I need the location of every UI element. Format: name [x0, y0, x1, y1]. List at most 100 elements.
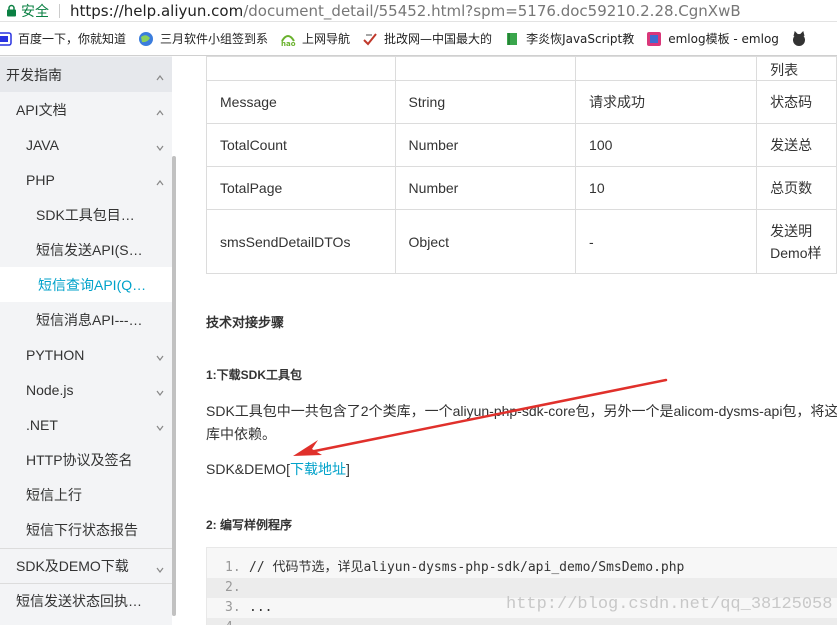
bookmark-hao[interactable]: hao 上网导航 — [280, 30, 351, 48]
sidebar-item-sdk-toolkit[interactable]: SDK工具包目… — [0, 197, 172, 232]
sidebar-item-api-docs[interactable]: API文档 — [0, 92, 172, 127]
bookmark-github[interactable] — [791, 30, 813, 47]
table-cell: 发送明 Demo样 — [756, 209, 837, 274]
sidebar-item-label: 短信下行状态报告 — [26, 521, 138, 538]
line-number: 2. — [225, 580, 241, 595]
globe-icon — [138, 31, 154, 47]
table-cell: String — [394, 80, 577, 124]
watermark: http://blog.csdn.net/qq_38125058 — [506, 595, 833, 614]
sdk-suffix: ] — [346, 461, 350, 477]
table-cell — [206, 56, 396, 81]
table-cell: Message — [206, 80, 396, 124]
sidebar-item-sms-send-api[interactable]: 短信发送API(S… — [0, 232, 172, 267]
secure-label: 安全 — [21, 3, 49, 20]
lock-icon — [6, 4, 17, 17]
bookmark-label: emlog模板 - emlog — [668, 32, 779, 46]
sidebar-item-label: 短信发送状态回执… — [16, 593, 142, 609]
code-line: 4. — [207, 618, 837, 625]
table-cell: 100 — [575, 123, 758, 167]
sidebar-item-label: JAVA — [26, 136, 59, 153]
bookmark-label: 批改网—中国最大的 — [384, 32, 493, 46]
chevron-down-icon — [156, 419, 164, 431]
bookmark-baidu[interactable]: 百度一下，你就知道 — [0, 30, 126, 47]
bookmark-label: 上网导航 — [302, 32, 351, 46]
main-content: 列表 Message String 请求成功 状态码 TotalCount Nu… — [176, 56, 837, 625]
table-cell: Number — [394, 123, 577, 167]
paragraph-line: SDK工具包中一共包含了2个类库，一个aliyun-php-sdk-core包，… — [206, 403, 837, 419]
sidebar-item-label: 开发指南 — [6, 66, 62, 83]
sidebar-item-send-status-receipt[interactable]: 短信发送状态回执… — [0, 583, 172, 618]
line-number: 4. — [225, 618, 241, 625]
chevron-down-icon — [156, 349, 164, 361]
sidebar-item-label: 短信消息API---… — [36, 311, 143, 328]
bookmark-emlog[interactable]: emlog模板 - emlog — [646, 30, 779, 47]
github-icon — [791, 30, 807, 47]
sidebar-item-dotnet[interactable]: .NET — [0, 407, 172, 442]
table-cell: Number — [394, 166, 577, 210]
sidebar-item-sms-uplink[interactable]: 短信上行 — [0, 477, 172, 512]
table-row: TotalCount Number 100 发送总 — [206, 123, 837, 167]
table-row: smsSendDetailDTOs Object - 发送明 Demo样 — [206, 209, 837, 274]
sidebar-item-label: .NET — [26, 416, 58, 433]
url-path: /document_detail/55452.html?spm=5176.doc… — [243, 1, 741, 20]
table-cell: - — [575, 209, 758, 274]
code-text: ... — [249, 600, 273, 615]
sidebar-item-label: SDK工具包目… — [36, 206, 135, 223]
download-link[interactable]: 下载地址 — [290, 461, 346, 477]
check-icon — [362, 31, 378, 47]
sidebar-item-sms-query-api[interactable]: 短信查询API(Q… — [0, 267, 172, 302]
url-host: https://help.aliyun.com — [70, 1, 244, 20]
sidebar-item-label: PYTHON — [26, 346, 85, 363]
baidu-icon — [0, 31, 12, 47]
sidebar: 开发指南 API文档 JAVA PHP SDK工具包目… 短信发送API(S… … — [0, 56, 172, 625]
step1-paragraph: SDK工具包中一共包含了2个类库，一个aliyun-php-sdk-core包，… — [206, 400, 837, 446]
sidebar-item-sms-message-api[interactable]: 短信消息API---… — [0, 302, 172, 337]
book-icon — [504, 31, 520, 47]
table-cell: 请求成功 — [575, 80, 758, 124]
sdk-download-line: SDK&DEMO[下载地址] — [206, 459, 350, 479]
chevron-down-icon — [156, 139, 164, 151]
hao-icon: hao — [280, 31, 296, 48]
sidebar-item-http-protocol[interactable]: HTTP协议及签名 — [0, 442, 172, 477]
address-separator — [59, 3, 60, 18]
chevron-up-icon — [156, 104, 164, 116]
table-cell — [394, 56, 577, 81]
table-cell-line: 发送明 — [770, 222, 813, 239]
url-text[interactable]: https://help.aliyun.com/document_detail/… — [70, 2, 741, 20]
svg-text:hao: hao — [281, 40, 296, 47]
table-cell: TotalPage — [206, 166, 396, 210]
address-bar[interactable]: 安全 https://help.aliyun.com/document_deta… — [0, 0, 837, 22]
sidebar-item-label: PHP — [26, 171, 55, 188]
table-cell: Object — [394, 209, 577, 274]
step1-title: 1:下载SDK工具包 — [206, 368, 303, 382]
sidebar-item-label: 短信查询API(Q… — [38, 276, 147, 293]
bookmark-label: 李炎恢JavaScript教 — [526, 32, 635, 46]
table-row: 列表 — [206, 56, 837, 81]
table-cell: 发送总 — [756, 123, 837, 167]
sidebar-item-sms-report[interactable]: 短信下行状态报告 — [0, 512, 172, 547]
sidebar-item-java[interactable]: JAVA — [0, 127, 172, 162]
sidebar-item-nodejs[interactable]: Node.js — [0, 372, 172, 407]
table-cell-line: Demo样 — [770, 244, 822, 261]
bookmark-sanyue[interactable]: 三月软件小组签到系 — [138, 30, 268, 47]
code-line: 1. // 代码节选，详见aliyun-dysms-php-sdk/api_dem… — [207, 558, 837, 578]
chevron-up-icon — [156, 174, 164, 186]
sidebar-item-label: SDK及DEMO下载 — [16, 558, 129, 574]
chevron-down-icon — [156, 384, 164, 396]
code-text: // 代码节选，详见aliyun-dysms-php-sdk/api_demo/… — [249, 560, 685, 575]
sidebar-item-label: 短信上行 — [26, 486, 82, 503]
sdk-prefix: SDK&DEMO[ — [206, 461, 291, 477]
bookmark-liyanhui[interactable]: 李炎恢JavaScript教 — [504, 30, 634, 47]
table-row: TotalPage Number 10 总页数 — [206, 166, 837, 210]
table-cell-text: 列表 — [770, 62, 799, 78]
sidebar-item-python[interactable]: PYTHON — [0, 337, 172, 372]
paragraph-line: 库中依赖。 — [206, 426, 276, 442]
line-number: 1. — [225, 560, 241, 575]
bookmarks-bar: 百度一下，你就知道 三月软件小组签到系 hao 上网导航 批改网—中国最大的 李… — [0, 22, 837, 56]
bookmark-pigai[interactable]: 批改网—中国最大的 — [362, 30, 492, 47]
sidebar-item-sdk-demo-download[interactable]: SDK及DEMO下载 — [0, 548, 172, 583]
sidebar-item-php[interactable]: PHP — [0, 162, 172, 197]
bookmark-label: 百度一下，你就知道 — [18, 32, 127, 46]
emlog-icon — [646, 31, 662, 47]
sidebar-item-dev-guide[interactable]: 开发指南 — [0, 57, 172, 92]
